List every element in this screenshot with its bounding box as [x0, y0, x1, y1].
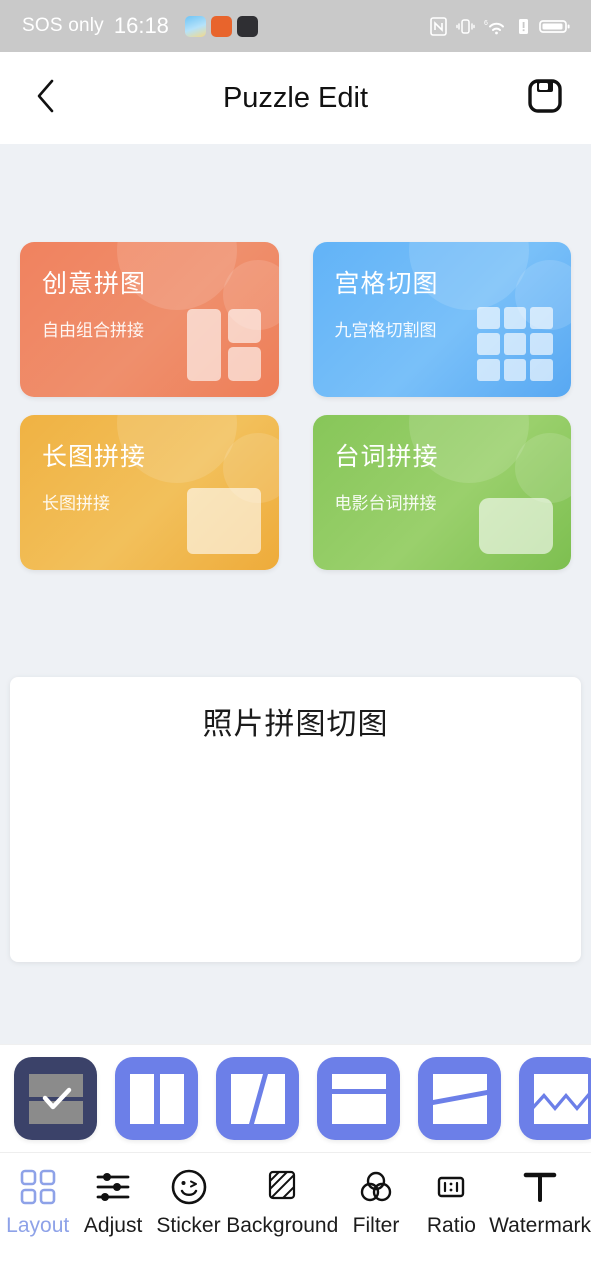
hatch-square-icon — [262, 1165, 302, 1209]
card-title: 宫格切图 — [334, 270, 439, 298]
back-button[interactable] — [24, 76, 68, 120]
tab-layout[interactable]: Layout — [0, 1153, 75, 1238]
puzzle-card-caption[interactable]: 台词拼接 电影台词拼接 — [312, 415, 571, 570]
puzzle-card-grid-cut[interactable]: 宫格切图 九宫格切割图 — [312, 242, 571, 397]
caption-art-icon — [479, 498, 553, 554]
carrier-label: SOS only — [22, 15, 104, 36]
save-icon — [526, 77, 564, 120]
wifi-6-icon: 6 — [484, 17, 508, 36]
tab-label: Watermark — [489, 1214, 591, 1237]
notification-app-icons — [184, 15, 258, 37]
tab-label: Ratio — [426, 1214, 476, 1237]
tab-label: Layout — [6, 1214, 70, 1237]
layout-vertical-split[interactable] — [115, 1057, 198, 1140]
orange-app-icon — [210, 15, 232, 37]
preview-title: 照片拼图切图 — [202, 708, 389, 741]
tab-label: Background — [226, 1214, 339, 1237]
status-bar: SOS only 16:18 6 — [0, 0, 591, 52]
nine-grid-art-icon — [477, 307, 553, 381]
tab-label: Sticker — [156, 1214, 221, 1237]
page-title: Puzzle Edit — [222, 81, 369, 114]
layout-template-strip[interactable] — [0, 1044, 591, 1152]
save-button[interactable] — [523, 76, 567, 120]
card-title: 创意拼图 — [42, 270, 147, 298]
tab-background[interactable]: Background — [226, 1153, 338, 1238]
tab-watermark[interactable]: Watermark — [489, 1153, 591, 1238]
tab-filter[interactable]: Filter — [338, 1153, 413, 1238]
tab-label: Adjust — [83, 1214, 143, 1237]
status-bar-right: 6 — [430, 0, 571, 52]
puzzle-card-creative[interactable]: 创意拼图 自由组合拼接 — [20, 242, 279, 397]
dark-app-icon — [236, 15, 258, 37]
layout-horizontal-split[interactable] — [14, 1057, 97, 1140]
chevron-left-icon — [33, 76, 59, 121]
svg-text:6: 6 — [484, 20, 488, 27]
tab-ratio[interactable]: Ratio — [414, 1153, 489, 1238]
app-header: Puzzle Edit — [0, 52, 591, 144]
tab-adjust[interactable]: Adjust — [75, 1153, 150, 1238]
puzzle-mode-grid: 创意拼图 自由组合拼接 宫格切图 九宫格切割图 长图拼接 长图拼接 台词拼接 电… — [20, 242, 571, 570]
weather-app-icon — [184, 15, 206, 37]
status-bar-left: SOS only 16:18 — [22, 13, 258, 39]
battery-icon — [539, 17, 571, 36]
bottom-toolbar: Layout Adjust Sticker Background Filter … — [0, 1152, 591, 1280]
puzzle-card-long-image[interactable]: 长图拼接 长图拼接 — [20, 415, 279, 570]
clock-label: 16:18 — [113, 13, 169, 38]
layout-horizontal-uneven[interactable] — [317, 1057, 400, 1140]
vibrate-icon — [456, 17, 475, 36]
card-title: 长图拼接 — [42, 443, 147, 471]
sliders-icon — [93, 1165, 133, 1209]
nfc-icon — [430, 16, 447, 36]
collage-art-icon — [186, 309, 261, 381]
grid-icon — [18, 1165, 58, 1209]
long-image-art-icon — [186, 488, 261, 554]
layout-diagonal-split[interactable] — [216, 1057, 299, 1140]
text-t-icon — [520, 1165, 560, 1209]
layout-slanted-split[interactable] — [418, 1057, 501, 1140]
card-title: 台词拼接 — [334, 443, 439, 471]
ratio-1-1-icon — [431, 1165, 471, 1209]
tab-label: Filter — [352, 1214, 400, 1237]
photo-preview-panel[interactable]: 照片拼图切图 — [10, 677, 581, 962]
signal-alert-icon — [517, 17, 530, 36]
layout-zigzag-split[interactable] — [519, 1057, 591, 1140]
tab-sticker[interactable]: Sticker — [151, 1153, 226, 1238]
smiley-icon — [169, 1165, 209, 1209]
three-circles-icon — [356, 1165, 396, 1209]
